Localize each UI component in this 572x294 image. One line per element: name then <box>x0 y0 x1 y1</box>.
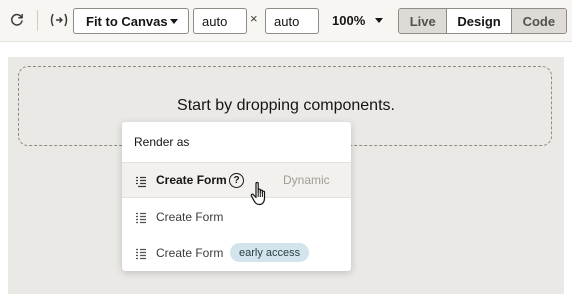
chevron-down-icon <box>170 19 178 24</box>
code-mode-button[interactable]: Code <box>511 9 566 33</box>
height-input[interactable]: auto <box>265 8 319 34</box>
zoom-select[interactable]: 100% <box>332 13 365 28</box>
width-input[interactable]: auto <box>193 8 247 34</box>
height-value: auto <box>274 13 300 29</box>
dynamic-hint: Dynamic <box>283 173 330 187</box>
form-list-icon <box>135 247 147 260</box>
fit-select-value: Fit to Canvas <box>86 13 168 29</box>
menu-item-create-form[interactable]: Create Form <box>122 199 351 235</box>
menu-item-label: Create Form <box>156 210 224 224</box>
form-list-icon <box>135 211 147 224</box>
design-mode-button[interactable]: Design <box>447 9 512 33</box>
refresh-icon[interactable] <box>7 10 27 30</box>
expression-icon[interactable] <box>49 10 69 30</box>
early-access-badge: early access <box>230 243 310 262</box>
drop-zone-text: Start by dropping components. <box>177 97 395 114</box>
fit-to-canvas-select[interactable]: Fit to Canvas <box>73 8 189 34</box>
live-mode-button[interactable]: Live <box>399 9 448 33</box>
toolbar: Fit to Canvas auto × auto 100% Live Desi… <box>0 0 572 42</box>
form-list-icon <box>135 175 147 188</box>
help-icon[interactable]: ? <box>229 173 244 188</box>
toolbar-divider <box>37 10 38 31</box>
zoom-chevron-down-icon[interactable] <box>375 18 383 23</box>
render-as-popup: Render as Create Form ? Dynamic Create F… <box>122 122 351 271</box>
menu-item-label: Create Form <box>156 246 224 260</box>
view-mode-group: Live Design Code <box>398 8 567 34</box>
popup-header: Render as <box>134 135 190 149</box>
width-value: auto <box>202 13 228 29</box>
hand-pointer-icon <box>250 181 266 206</box>
times-symbol: × <box>250 11 258 26</box>
menu-item-label: Create Form <box>156 173 227 187</box>
menu-item-create-form-early-access[interactable]: Create Form early access <box>122 235 351 271</box>
menu-item-create-form-dynamic[interactable]: Create Form ? Dynamic <box>122 162 351 198</box>
